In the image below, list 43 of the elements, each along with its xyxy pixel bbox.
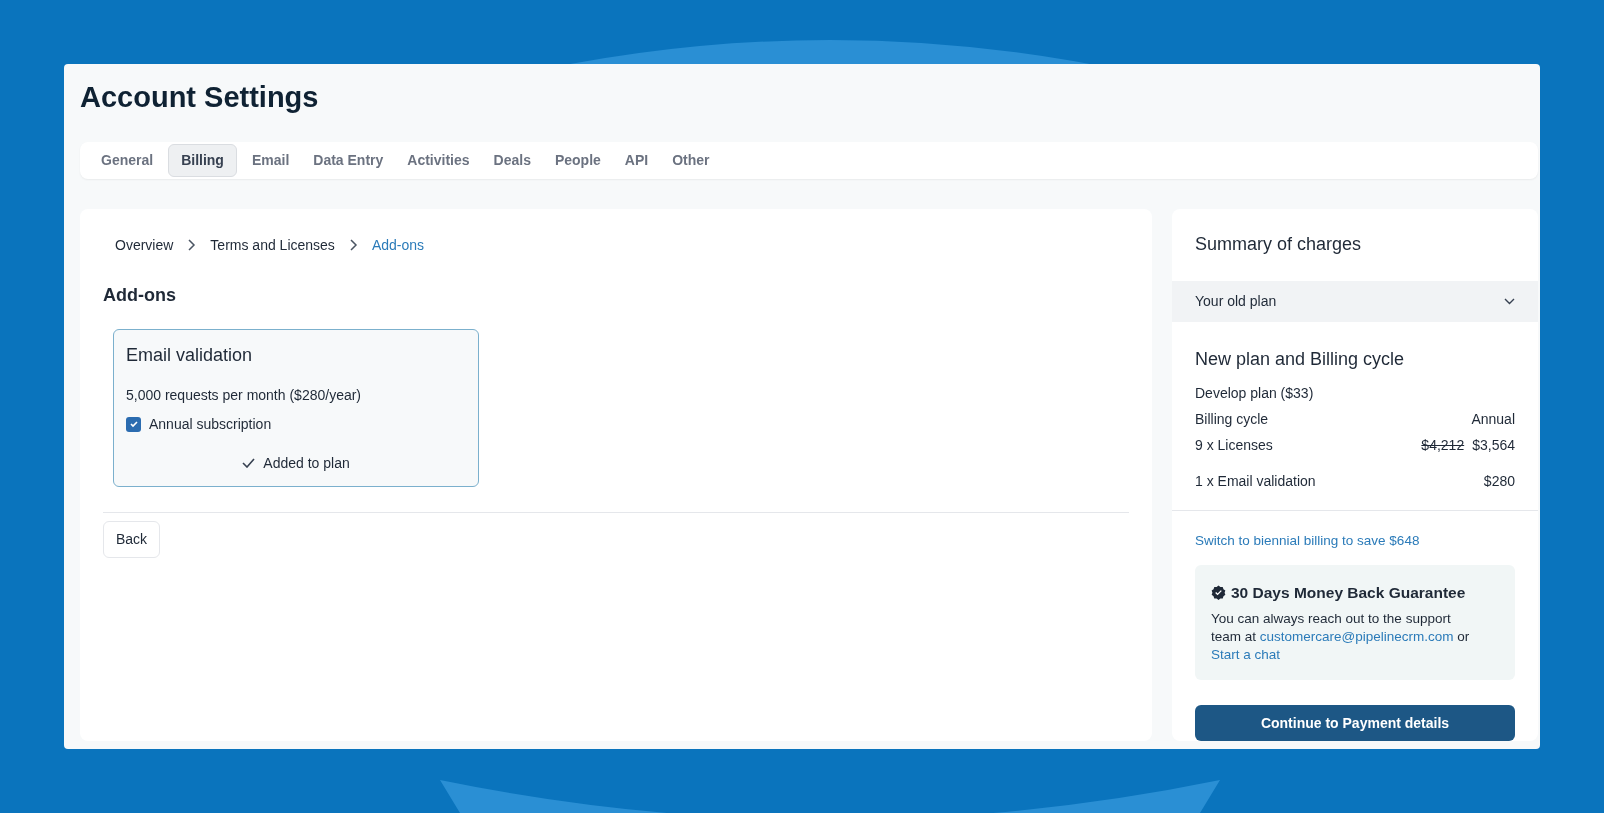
charge-value: $280 [1483,471,1515,491]
tab[interactable]: Deals [484,143,540,177]
tab[interactable]: API [615,143,658,177]
support-link[interactable]: customercare@pipelinecrm.com [1259,629,1454,644]
addon-title: Email validation [126,343,254,367]
old-plan-accordion[interactable]: Your old plan [1172,280,1538,322]
guarantee-title: 30 Days Money Back Guarantee [1231,582,1466,603]
charge-label: 9 x Licenses [1195,435,1273,455]
continue-button[interactable]: Continue to Payment details [1195,705,1515,741]
old-price: $4,212 [1421,435,1465,455]
tab[interactable]: People [545,143,610,177]
tab[interactable]: Billing [168,143,237,177]
charge-value: Annual [1471,409,1515,429]
charge-label: 1 x Email validation [1195,471,1316,491]
checkmark-icon [242,458,256,468]
checkmark-icon [128,419,139,429]
chevron-down-icon [1504,297,1515,305]
charge-label: Billing cycle [1195,409,1269,429]
back-button[interactable]: Back [103,520,161,558]
guarantee-text: You can always reach out to the support team at customercare@pipelinecrm.com or Start a chat [1211,610,1471,664]
addon-description: 5,000 requests per month ($280/year) [126,385,363,405]
chevron-right-icon [348,239,358,251]
tab[interactable]: Email [242,143,299,177]
new-plan-title: New plan and Billing cycle [1195,347,1406,371]
added-status: Added to plan [263,453,350,473]
tab[interactable]: General [92,143,163,177]
verified-badge-icon [1211,584,1226,600]
biennial-billing-link[interactable]: Switch to biennial billing to save $648 [1195,530,1420,551]
support-link[interactable]: Start a chat [1211,647,1281,662]
breadcrumb-link[interactable]: Add-ons [371,234,425,256]
checkbox[interactable] [126,416,141,432]
page-title: Account Settings [80,80,319,115]
summary-title: Summary of charges [1194,232,1363,256]
section-title: Add-ons [103,283,177,307]
charge-value: $3,564 [1472,435,1515,455]
charge-label: Develop plan ($33) [1195,383,1314,403]
checkbox-label: Annual subscription [149,414,272,434]
breadcrumb-link[interactable]: Terms and Licenses [210,234,335,256]
breadcrumb-link[interactable]: Overview [115,234,174,256]
tab[interactable]: Data Entry [304,143,393,177]
tab[interactable]: Activities [398,143,479,177]
chevron-right-icon [187,239,197,251]
tab[interactable]: Other [663,143,719,177]
